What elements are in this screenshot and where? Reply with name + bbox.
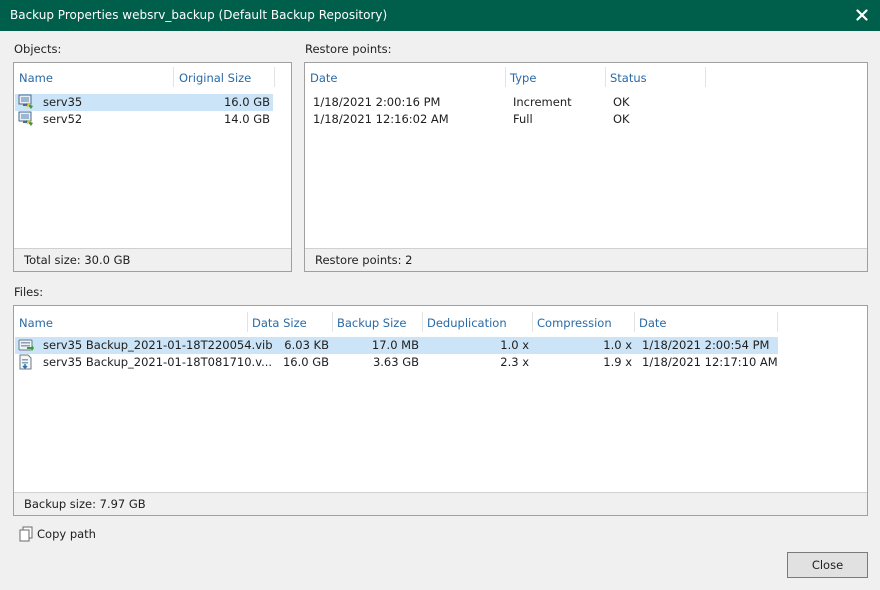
files-footer: Backup size: 7.97 GB — [14, 492, 867, 515]
list-item[interactable]: serv35 16.0 GB — [15, 94, 273, 111]
file-compression: 1.9 x — [603, 355, 632, 369]
incremental-file-icon — [18, 337, 34, 353]
close-button-label: Close — [811, 558, 844, 572]
file-compression: 1.0 x — [603, 338, 632, 352]
column-header-name[interactable]: Name — [19, 316, 53, 330]
files-label: Files: — [14, 285, 44, 299]
file-data-size: 16.0 GB — [282, 355, 329, 369]
title-bar: Backup Properties websrv_backup (Default… — [0, 0, 880, 31]
file-name: serv35 Backup_2021-01-18T081710.v... — [43, 355, 273, 369]
restore-points-header: Date Type Status — [305, 63, 867, 91]
column-separator[interactable] — [247, 312, 248, 332]
close-button[interactable]: Close — [787, 552, 868, 578]
file-date: 1/18/2021 2:00:54 PM — [642, 338, 770, 352]
copy-icon — [18, 526, 34, 542]
restore-point-type: Increment — [513, 95, 572, 109]
restore-point-type: Full — [513, 112, 533, 126]
table-row[interactable]: serv35 Backup_2021-01-18T081710.v... 16.… — [15, 354, 778, 371]
column-separator[interactable] — [605, 67, 606, 87]
column-separator[interactable] — [505, 67, 506, 87]
restore-point-status: OK — [613, 112, 630, 126]
column-separator[interactable] — [532, 312, 533, 332]
column-separator[interactable] — [173, 67, 174, 87]
vm-icon — [18, 94, 34, 110]
copy-path-link[interactable]: Copy path — [18, 524, 96, 544]
column-header-compression[interactable]: Compression — [537, 316, 612, 330]
window-title: Backup Properties websrv_backup (Default… — [10, 8, 388, 22]
column-header-backup-size[interactable]: Backup Size — [337, 316, 406, 330]
column-header-date[interactable]: Date — [310, 71, 338, 85]
files-header: Name Data Size Backup Size Deduplication… — [14, 308, 867, 336]
restore-points-count-text: Restore points: 2 — [315, 253, 413, 267]
column-separator[interactable] — [705, 67, 706, 87]
restore-points-label: Restore points: — [305, 42, 392, 56]
objects-header: Name Original Size — [14, 63, 291, 91]
column-separator[interactable] — [422, 312, 423, 332]
column-header-data-size[interactable]: Data Size — [252, 316, 307, 330]
list-item[interactable]: serv52 14.0 GB — [15, 111, 273, 128]
total-size-text: Total size: 30.0 GB — [24, 253, 131, 267]
file-backup-size: 17.0 MB — [371, 338, 419, 352]
object-name: serv52 — [43, 112, 83, 126]
table-row[interactable]: 1/18/2021 2:00:16 PM Increment OK — [306, 94, 705, 111]
file-date: 1/18/2021 12:17:10 AM — [642, 355, 778, 369]
file-name: serv35 Backup_2021-01-18T220054.vib — [43, 338, 273, 352]
column-header-name[interactable]: Name — [19, 71, 53, 85]
table-row[interactable]: serv35 Backup_2021-01-18T220054.vib 6.03… — [15, 337, 778, 354]
restore-point-status: OK — [613, 95, 630, 109]
objects-footer: Total size: 30.0 GB — [14, 248, 291, 271]
backup-size-text: Backup size: 7.97 GB — [24, 497, 146, 511]
object-name: serv35 — [43, 95, 83, 109]
column-header-date[interactable]: Date — [639, 316, 667, 330]
table-row[interactable]: 1/18/2021 12:16:02 AM Full OK — [306, 111, 705, 128]
object-size: 14.0 GB — [223, 112, 270, 126]
file-deduplication: 2.3 x — [500, 355, 529, 369]
copy-path-label: Copy path — [37, 527, 96, 541]
file-data-size: 6.03 KB — [284, 338, 329, 352]
column-separator[interactable] — [634, 312, 635, 332]
restore-point-date: 1/18/2021 2:00:16 PM — [313, 95, 441, 109]
restore-point-date: 1/18/2021 12:16:02 AM — [313, 112, 449, 126]
file-backup-size: 3.63 GB — [372, 355, 419, 369]
files-list[interactable]: Name Data Size Backup Size Deduplication… — [13, 305, 868, 516]
file-deduplication: 1.0 x — [500, 338, 529, 352]
objects-list[interactable]: Name Original Size serv35 16.0 GB serv52… — [13, 62, 292, 272]
object-size: 16.0 GB — [223, 95, 270, 109]
column-separator[interactable] — [777, 312, 778, 332]
close-window-icon[interactable] — [852, 5, 872, 25]
vm-icon — [18, 111, 34, 127]
column-separator[interactable] — [274, 67, 275, 87]
column-header-deduplication[interactable]: Deduplication — [427, 316, 507, 330]
column-separator[interactable] — [332, 312, 333, 332]
objects-label: Objects: — [14, 42, 62, 56]
full-backup-file-icon — [18, 354, 34, 370]
column-header-original-size[interactable]: Original Size — [179, 71, 251, 85]
restore-points-list[interactable]: Date Type Status 1/18/2021 2:00:16 PM In… — [304, 62, 868, 272]
restore-points-footer: Restore points: 2 — [305, 248, 867, 271]
column-header-status[interactable]: Status — [610, 71, 647, 85]
column-header-type[interactable]: Type — [510, 71, 536, 85]
